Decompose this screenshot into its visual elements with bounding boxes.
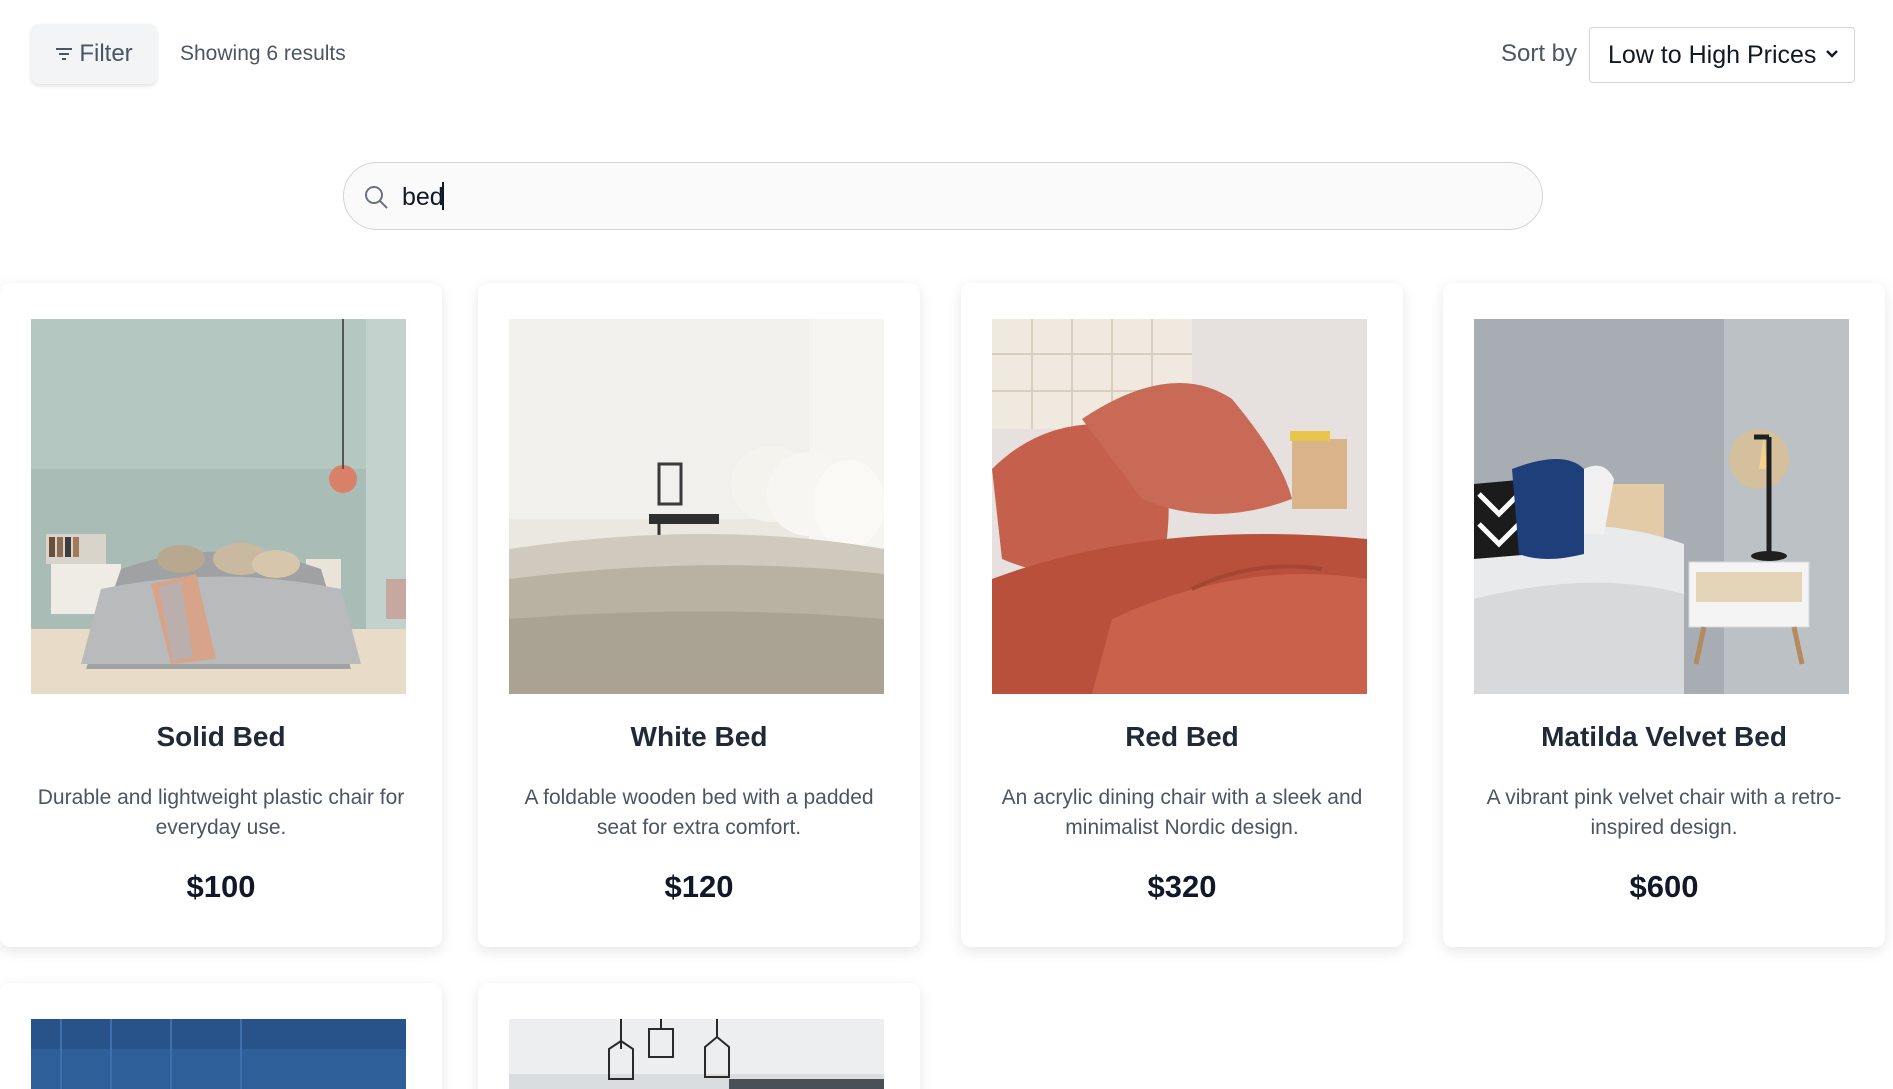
search-icon: [365, 186, 388, 209]
product-price: $320: [1147, 869, 1217, 904]
product-title: Solid Bed: [156, 721, 286, 752]
product-price: $120: [664, 869, 734, 904]
sort-selected-value: Low to High Prices: [1608, 40, 1817, 69]
chevron-down-icon: [1826, 50, 1838, 58]
product-card[interactable]: White Bed A foldable wooden bed with a p…: [478, 283, 920, 947]
product-description: A foldable wooden bed with a padded seat…: [524, 786, 874, 839]
product-price: $100: [186, 869, 256, 904]
product-price: $600: [1629, 869, 1699, 904]
search-input[interactable]: [402, 177, 1502, 217]
product-image: [509, 1019, 884, 1089]
product-description: An acrylic dining chair with a sleek and…: [1001, 786, 1363, 839]
filter-label: Filter: [79, 40, 133, 67]
sort-select[interactable]: Low to High Prices: [1589, 27, 1855, 83]
product-description: A vibrant pink velvet chair with a retro…: [1486, 786, 1842, 839]
text-caret: [442, 182, 444, 210]
product-card[interactable]: Solid Bed Durable and lightweight plasti…: [0, 283, 442, 947]
product-card[interactable]: Matilda Velvet Bed A vibrant pink velvet…: [1443, 283, 1885, 947]
product-image: [992, 319, 1367, 694]
product-card[interactable]: [478, 983, 920, 1089]
filter-icon: [56, 48, 73, 60]
product-description: Durable and lightweight plastic chair fo…: [37, 786, 405, 839]
search-bar[interactable]: [343, 162, 1543, 230]
product-card[interactable]: Red Bed An acrylic dining chair with a s…: [961, 283, 1403, 947]
product-image: [31, 1019, 406, 1089]
sort-label: Sort by: [1501, 40, 1578, 67]
product-card[interactable]: [0, 983, 442, 1089]
product-image: [1474, 319, 1849, 694]
product-title: Matilda Velvet Bed: [1541, 721, 1787, 752]
results-count: Showing 6 results: [180, 42, 346, 65]
filter-button[interactable]: Filter: [31, 24, 157, 84]
product-title: White Bed: [630, 721, 768, 752]
product-image: [31, 319, 406, 694]
product-title: Red Bed: [1125, 721, 1239, 752]
product-image: [509, 319, 884, 694]
